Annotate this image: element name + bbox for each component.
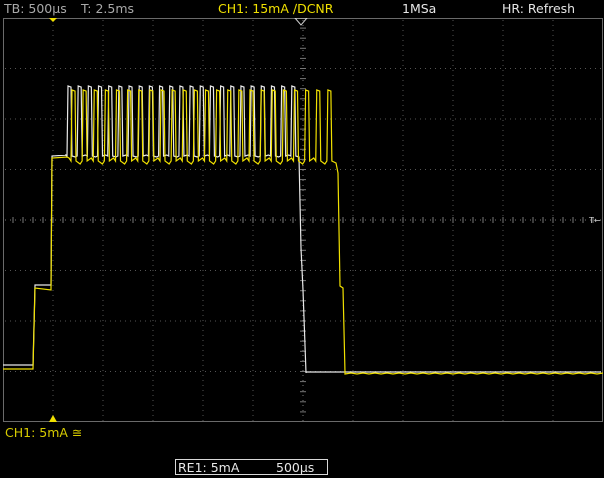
ground-level-marker[interactable] (49, 415, 57, 422)
ref-scale-label: RE1: 5mA (178, 460, 240, 475)
timebase-readout[interactable]: TB: 500µs (4, 1, 67, 16)
sample-rate-readout[interactable]: 1MSa (402, 1, 436, 16)
trigger-time-readout[interactable]: T: 2.5ms (81, 1, 134, 16)
channel1-settings[interactable]: CH1: 15mA ∕DCNR (218, 1, 333, 16)
trigger-level-marker[interactable]: T← (588, 216, 601, 225)
waveform-display[interactable]: T← (3, 18, 603, 422)
reference-info-box[interactable]: RE1: 5mA 500µs (175, 459, 328, 475)
status-bar: TB: 500µs T: 2.5ms CH1: 15mA ∕DCNR 1MSa … (0, 0, 604, 17)
ref-timebase-label: 500µs (276, 460, 315, 475)
hr-mode-readout[interactable]: HR: Refresh (502, 1, 575, 16)
center-marker (294, 18, 308, 26)
graticule-ticks (3, 18, 603, 413)
trigger-position-marker[interactable] (49, 18, 57, 22)
ch1-scale-label[interactable]: CH1: 5mA ≅ (5, 425, 82, 440)
